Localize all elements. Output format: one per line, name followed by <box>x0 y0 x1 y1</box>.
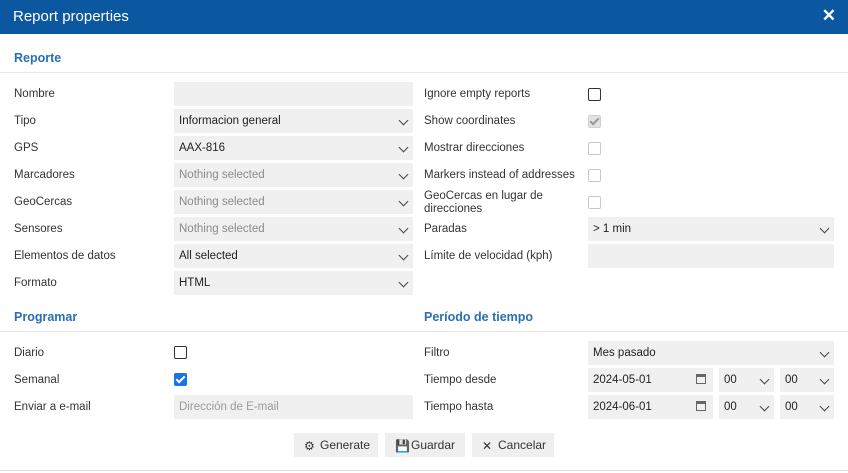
hasta-minute-value: 00 <box>785 401 798 413</box>
semanal-label: Semanal <box>14 374 60 386</box>
marcadores-select[interactable]: Nothing selected <box>174 163 413 187</box>
marcadores-label: Marcadores <box>14 169 75 181</box>
ignore-empty-label: Ignore empty reports <box>424 88 531 100</box>
chevron-down-icon <box>819 347 830 358</box>
chevron-down-icon <box>398 277 409 288</box>
save-icon: 💾 <box>395 439 410 453</box>
divider <box>0 331 848 332</box>
email-input[interactable]: Dirección de E-mail <box>174 395 413 419</box>
mostrar-direcciones-label: Mostrar direcciones <box>424 142 525 154</box>
chevron-down-icon <box>398 115 409 126</box>
close-icon[interactable]: ✕ <box>822 6 836 26</box>
gps-label: GPS <box>14 142 39 154</box>
tipo-value: Informacion general <box>179 115 281 127</box>
section-programar: Programar <box>14 310 78 324</box>
formato-select[interactable]: HTML <box>174 271 413 295</box>
tipo-select[interactable]: Informacion general <box>174 109 413 133</box>
hasta-hour-select[interactable]: 00 <box>719 395 774 419</box>
chevron-down-icon <box>759 374 770 385</box>
cancelar-button-label: Cancelar <box>498 438 547 452</box>
dialog-title: Report properties <box>13 8 129 25</box>
gps-select[interactable]: AAX-816 <box>174 136 413 160</box>
section-periodo: Período de tiempo <box>424 310 534 324</box>
cancelar-button[interactable]: ✕ Cancelar <box>472 433 554 457</box>
tipo-label: Tipo <box>14 115 36 127</box>
markers-instead-checkbox[interactable] <box>588 169 601 182</box>
chevron-down-icon <box>398 250 409 261</box>
desde-minute-select[interactable]: 00 <box>780 368 834 392</box>
guardar-button[interactable]: 💾 Guardar <box>385 433 465 457</box>
formato-value: HTML <box>179 277 211 289</box>
chevron-down-icon <box>759 401 770 412</box>
gps-value: AAX-816 <box>179 142 226 154</box>
geocercas-label: GeoCercas <box>14 196 73 208</box>
limite-velocidad-input[interactable] <box>588 244 834 268</box>
geocercas-lugar-label-1: GeoCercas en lugar de <box>424 190 543 202</box>
elementos-value: All selected <box>179 250 238 262</box>
filtro-select[interactable]: Mes pasado <box>588 341 834 365</box>
paradas-value: > 1 min <box>593 223 632 235</box>
geocercas-lugar-label-2: direcciones <box>424 203 483 215</box>
sensores-value: Nothing selected <box>179 223 265 235</box>
close-icon: ✕ <box>482 439 493 453</box>
section-reporte: Reporte <box>14 51 62 65</box>
semanal-checkbox[interactable] <box>174 373 187 386</box>
chevron-down-icon <box>398 223 409 234</box>
chevron-down-icon <box>398 196 409 207</box>
calendar-icon[interactable] <box>696 401 706 411</box>
hasta-minute-select[interactable]: 00 <box>780 395 834 419</box>
desde-hour-select[interactable]: 00 <box>719 368 774 392</box>
elementos-select[interactable]: All selected <box>174 244 413 268</box>
elementos-label: Elementos de datos <box>14 250 116 262</box>
chevron-down-icon <box>819 223 830 234</box>
sensores-label: Sensores <box>14 223 63 235</box>
show-coordinates-label: Show coordinates <box>424 115 516 127</box>
generate-button[interactable]: ⚙ Generate <box>294 433 378 457</box>
desde-label: Tiempo desde <box>424 374 497 386</box>
hasta-label: Tiempo hasta <box>424 401 494 413</box>
divider <box>0 470 848 471</box>
filtro-value: Mes pasado <box>593 347 656 359</box>
marcadores-value: Nothing selected <box>179 169 265 181</box>
paradas-label: Paradas <box>424 223 467 235</box>
geocercas-lugar-checkbox[interactable] <box>588 196 601 209</box>
nombre-input[interactable] <box>174 82 413 106</box>
desde-date-value: 2024-05-01 <box>593 374 652 386</box>
sensores-select[interactable]: Nothing selected <box>174 217 413 241</box>
mostrar-direcciones-checkbox[interactable] <box>588 142 601 155</box>
chevron-down-icon <box>398 169 409 180</box>
divider <box>0 72 848 73</box>
desde-hour-value: 00 <box>724 374 737 386</box>
markers-instead-label: Markers instead of addresses <box>424 169 575 181</box>
ignore-empty-checkbox[interactable] <box>588 88 601 101</box>
desde-minute-value: 00 <box>785 374 798 386</box>
geocercas-select[interactable]: Nothing selected <box>174 190 413 214</box>
diario-label: Diario <box>14 347 45 359</box>
hasta-hour-value: 00 <box>724 401 737 413</box>
diario-checkbox[interactable] <box>174 346 187 359</box>
formato-label: Formato <box>14 277 57 289</box>
email-label: Enviar a e-mail <box>14 401 91 413</box>
chevron-down-icon <box>398 142 409 153</box>
desde-date-input[interactable]: 2024-05-01 <box>588 368 713 392</box>
geocercas-value: Nothing selected <box>179 196 265 208</box>
hasta-date-value: 2024-06-01 <box>593 401 652 413</box>
hasta-date-input[interactable]: 2024-06-01 <box>588 395 713 419</box>
chevron-down-icon <box>819 401 830 412</box>
paradas-select[interactable]: > 1 min <box>588 217 834 241</box>
limite-velocidad-label: Límite de velocidad (kph) <box>424 250 553 262</box>
calendar-icon[interactable] <box>696 374 706 384</box>
guardar-button-label: Guardar <box>411 438 456 452</box>
show-coordinates-checkbox[interactable] <box>588 115 601 128</box>
dialog-titlebar: Report properties ✕ <box>0 0 848 34</box>
chevron-down-icon <box>819 374 830 385</box>
filtro-label: Filtro <box>424 347 450 359</box>
nombre-label: Nombre <box>14 88 55 100</box>
gears-icon: ⚙ <box>304 439 315 453</box>
generate-button-label: Generate <box>320 438 371 452</box>
